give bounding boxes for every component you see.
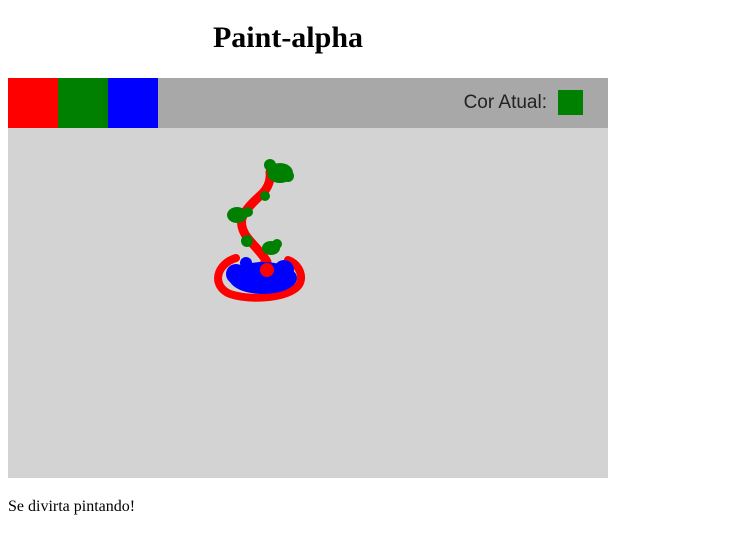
- palette-swatch-red[interactable]: [8, 78, 58, 128]
- current-color-swatch: [558, 90, 583, 115]
- footer-message: Se divirta pintando!: [8, 498, 136, 515]
- paint-page: Paint-alpha Cor Atual: Se divirta pintan…: [0, 0, 756, 540]
- red-dot: [260, 263, 274, 277]
- current-color-indicator: Cor Atual:: [464, 90, 583, 115]
- palette-swatch-green[interactable]: [58, 78, 108, 128]
- toolbar: Cor Atual:: [8, 78, 608, 128]
- canvas-drawing: [214, 159, 306, 302]
- page-title: Paint-alpha: [212, 21, 364, 54]
- blue-strokes: [226, 257, 297, 294]
- current-color-label: Cor Atual:: [463, 91, 547, 113]
- palette-swatch-blue[interactable]: [108, 78, 158, 128]
- drawing-canvas[interactable]: [8, 128, 608, 478]
- green-strokes: [227, 159, 294, 255]
- paint-app: Cor Atual:: [8, 78, 608, 478]
